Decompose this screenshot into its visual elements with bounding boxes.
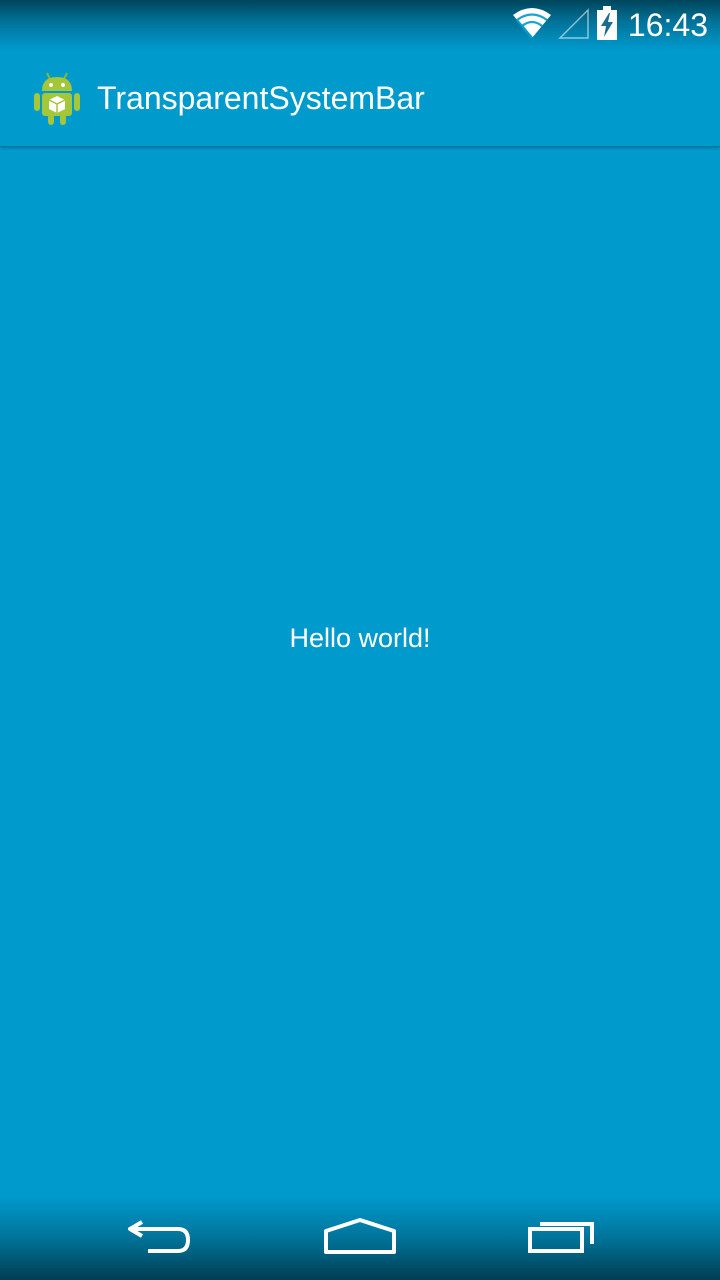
home-icon <box>322 1216 398 1261</box>
wifi-icon <box>512 7 552 44</box>
home-button[interactable] <box>300 1208 420 1268</box>
action-bar: TransparentSystemBar <box>0 50 720 146</box>
back-button[interactable] <box>100 1208 220 1268</box>
navigation-bar <box>0 1196 720 1280</box>
recents-icon <box>526 1216 598 1261</box>
status-icons: 16:43 <box>512 5 708 45</box>
main-content: Hello world! <box>0 146 720 1196</box>
battery-charging-icon <box>596 5 618 45</box>
screen: 16:43 TransparentSystemBar Hello world! <box>0 0 720 1280</box>
hello-text: Hello world! <box>289 623 431 653</box>
cell-signal-icon <box>558 7 590 44</box>
back-icon <box>124 1216 196 1261</box>
status-bar: 16:43 <box>0 0 720 50</box>
status-time: 16:43 <box>627 7 708 43</box>
android-app-icon[interactable] <box>31 70 83 126</box>
recents-button[interactable] <box>502 1208 622 1268</box>
app-title: TransparentSystemBar <box>97 79 425 116</box>
